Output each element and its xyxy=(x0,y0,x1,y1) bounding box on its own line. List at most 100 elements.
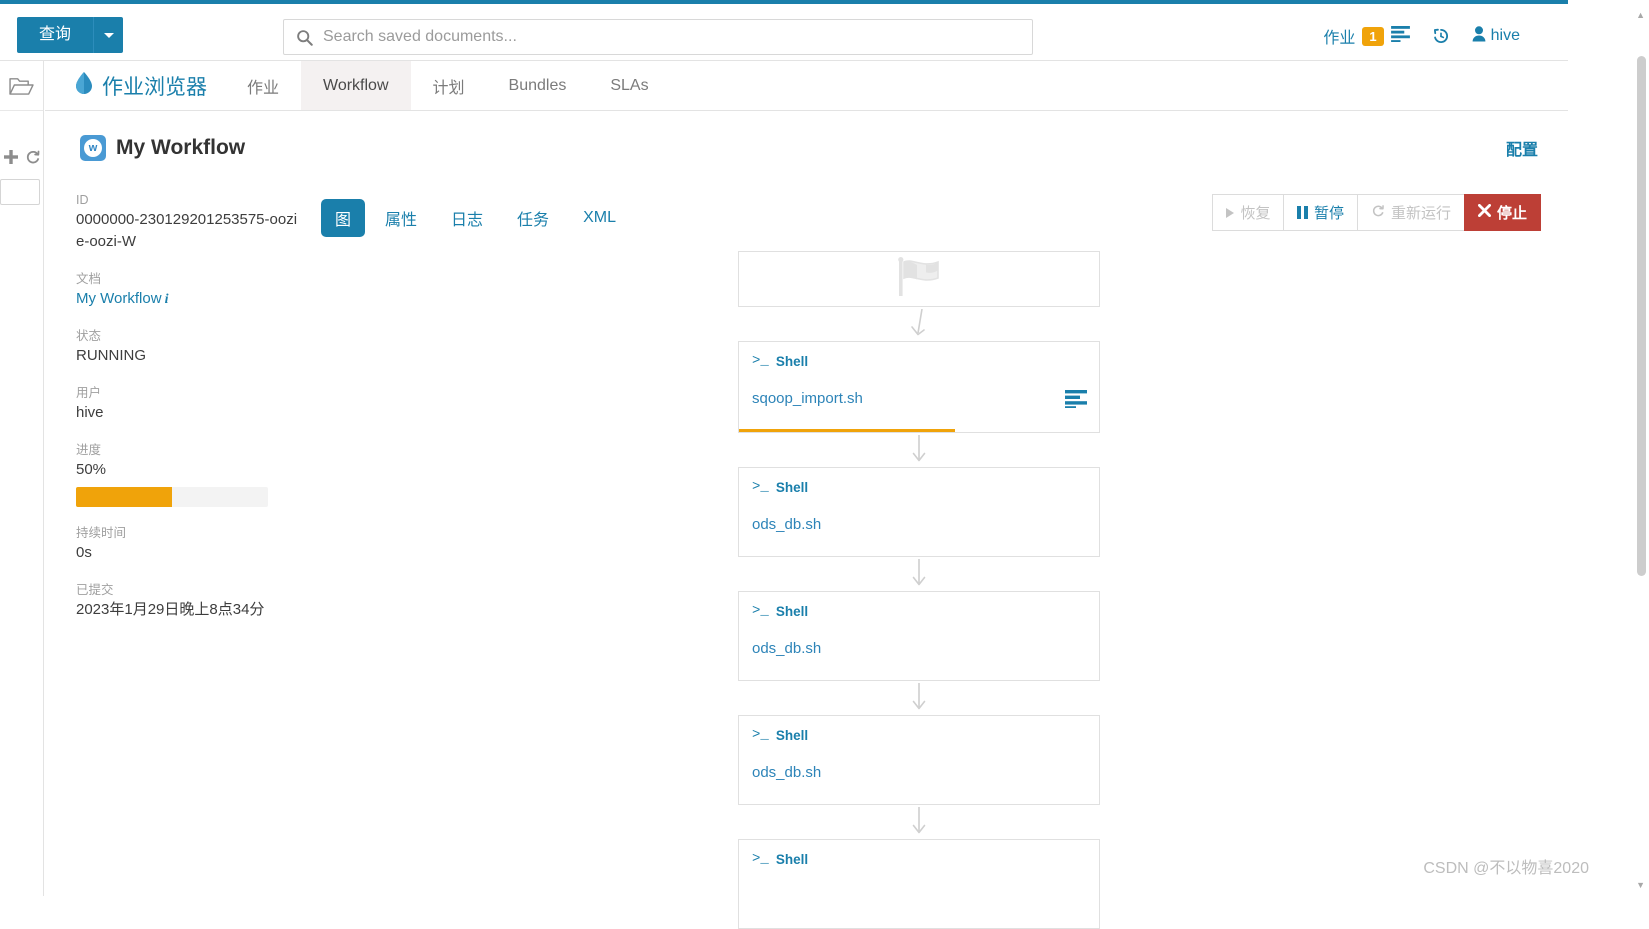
scrollbar-thumb[interactable] xyxy=(1637,56,1646,576)
duration-label: 持续时间 xyxy=(76,524,301,542)
stop-button[interactable]: 停止 xyxy=(1464,194,1541,231)
graph-node-progress xyxy=(739,429,955,432)
jobs-label: 作业 xyxy=(1323,24,1355,48)
pause-button[interactable]: 暂停 xyxy=(1283,194,1357,231)
page-scrollbar[interactable]: ▲ ▼ xyxy=(1633,4,1649,896)
graph-connector xyxy=(738,307,1100,341)
graph-connector xyxy=(738,557,1100,591)
rerun-button[interactable]: 重新运行 xyxy=(1357,194,1464,231)
pause-icon xyxy=(1297,206,1308,219)
user-name-label: hive xyxy=(1491,27,1520,45)
folder-icon[interactable] xyxy=(0,61,43,111)
main-content: w My Workflow 配置 ID 0000000-230129201253… xyxy=(45,111,1568,896)
graph-connector xyxy=(738,681,1100,715)
tab-xml[interactable]: XML xyxy=(569,202,630,234)
id-value: 0000000-230129201253575-oozie-oozi-W xyxy=(76,209,301,253)
rail-filter-input[interactable] xyxy=(0,179,40,205)
user-icon xyxy=(1472,26,1486,47)
nav-tab-schedules[interactable]: 计划 xyxy=(411,61,487,110)
graph-node-type: Shell xyxy=(776,480,808,495)
graph-node-shell[interactable]: >_ Shell ods_db.sh xyxy=(738,467,1100,557)
graph-node-type: Shell xyxy=(776,852,808,867)
tab-logs[interactable]: 日志 xyxy=(437,199,497,237)
search-box[interactable] xyxy=(283,19,1033,55)
graph-node-header: >_ Shell xyxy=(752,603,1086,619)
query-dropdown-button[interactable] xyxy=(93,17,123,53)
user-label: 用户 xyxy=(76,384,301,402)
workflow-graph: >_ Shell sqoop_import.sh >_ xyxy=(738,251,1100,929)
scroll-up-arrow[interactable]: ▲ xyxy=(1636,10,1645,20)
pause-button-label: 暂停 xyxy=(1314,202,1344,223)
play-icon xyxy=(1226,208,1234,218)
plus-icon[interactable] xyxy=(3,149,19,170)
left-icon-rail xyxy=(0,61,44,896)
global-header: 查询 作业 1 xyxy=(0,4,1568,61)
stop-button-label: 停止 xyxy=(1497,202,1527,223)
app-brand[interactable]: 作业浏览器 xyxy=(45,61,225,110)
workflow-title-row: w My Workflow 配置 xyxy=(45,125,1568,171)
tab-tasks[interactable]: 任务 xyxy=(503,199,563,237)
shell-prompt-icon: >_ xyxy=(752,353,769,369)
logs-icon[interactable] xyxy=(1065,390,1087,413)
graph-node-header: >_ Shell xyxy=(752,851,1086,867)
progress-bar xyxy=(76,487,268,507)
history-icon[interactable] xyxy=(1432,27,1450,45)
graph-node-header: >_ Shell xyxy=(752,727,1086,743)
shell-prompt-icon: >_ xyxy=(752,851,769,867)
jobs-indicator[interactable]: 作业 1 xyxy=(1323,24,1409,48)
workflow-w-glyph: w xyxy=(84,139,102,157)
duration-value: 0s xyxy=(76,542,301,564)
graph-connector xyxy=(738,805,1100,839)
app-nav-bar: 作业浏览器 作业 Workflow 计划 Bundles SLAs xyxy=(45,61,1568,111)
rerun-icon xyxy=(1371,204,1385,222)
view-tab-bar: 图 属性 日志 任务 XML xyxy=(321,199,630,237)
submitted-value: 2023年1月29日晚上8点34分 xyxy=(76,599,301,621)
search-input[interactable] xyxy=(321,22,1009,52)
resume-button[interactable]: 恢复 xyxy=(1212,194,1283,231)
info-icon[interactable]: i xyxy=(165,292,169,307)
user-value: hive xyxy=(76,402,301,424)
nav-tab-workflow[interactable]: Workflow xyxy=(301,61,411,110)
nav-tab-jobs[interactable]: 作业 xyxy=(225,61,301,110)
rail-tools xyxy=(0,149,43,170)
refresh-icon[interactable] xyxy=(25,149,41,170)
submitted-label: 已提交 xyxy=(76,581,301,599)
user-menu[interactable]: hive xyxy=(1472,26,1520,47)
nav-tab-bundles[interactable]: Bundles xyxy=(487,61,589,110)
progress-value: 50% xyxy=(76,459,301,481)
scroll-down-arrow[interactable]: ▼ xyxy=(1636,880,1645,890)
graph-node-shell[interactable]: >_ Shell ods_db.sh xyxy=(738,591,1100,681)
query-button-group: 查询 xyxy=(17,17,123,53)
workflow-w-icon: w xyxy=(80,135,106,161)
header-right-group: 作业 1 xyxy=(1323,24,1520,48)
tab-graph[interactable]: 图 xyxy=(321,199,365,237)
nav-tab-slas[interactable]: SLAs xyxy=(588,61,670,110)
graph-node-shell[interactable]: >_ Shell xyxy=(738,839,1100,929)
resume-button-label: 恢复 xyxy=(1240,202,1270,223)
graph-node-name[interactable]: ods_db.sh xyxy=(752,640,1086,657)
graph-node-name[interactable]: sqoop_import.sh xyxy=(752,390,1086,407)
shell-prompt-icon: >_ xyxy=(752,603,769,619)
doc-link[interactable]: My Workflow xyxy=(76,290,162,307)
graph-node-shell[interactable]: >_ Shell sqoop_import.sh xyxy=(738,341,1100,433)
id-label: ID xyxy=(76,191,301,209)
doc-label: 文档 xyxy=(76,270,301,288)
rerun-button-label: 重新运行 xyxy=(1391,202,1451,223)
doc-row: My Workflowi xyxy=(76,288,301,310)
progress-label: 进度 xyxy=(76,441,301,459)
graph-node-name[interactable]: ods_db.sh xyxy=(752,764,1086,781)
status-value: RUNNING xyxy=(76,345,301,367)
graph-node-name[interactable]: ods_db.sh xyxy=(752,516,1086,533)
graph-node-shell[interactable]: >_ Shell ods_db.sh xyxy=(738,715,1100,805)
graph-node-start[interactable] xyxy=(738,251,1100,307)
tab-properties[interactable]: 属性 xyxy=(371,199,431,237)
query-button[interactable]: 查询 xyxy=(17,17,93,53)
app-brand-label: 作业浏览器 xyxy=(102,71,207,101)
graph-node-header: >_ Shell xyxy=(752,479,1086,495)
graph-node-type: Shell xyxy=(776,354,808,369)
configure-link[interactable]: 配置 xyxy=(1506,136,1538,160)
graph-node-type: Shell xyxy=(776,604,808,619)
shell-prompt-icon: >_ xyxy=(752,479,769,495)
page-title: My Workflow xyxy=(116,136,245,160)
checkered-flag-icon xyxy=(896,256,942,303)
